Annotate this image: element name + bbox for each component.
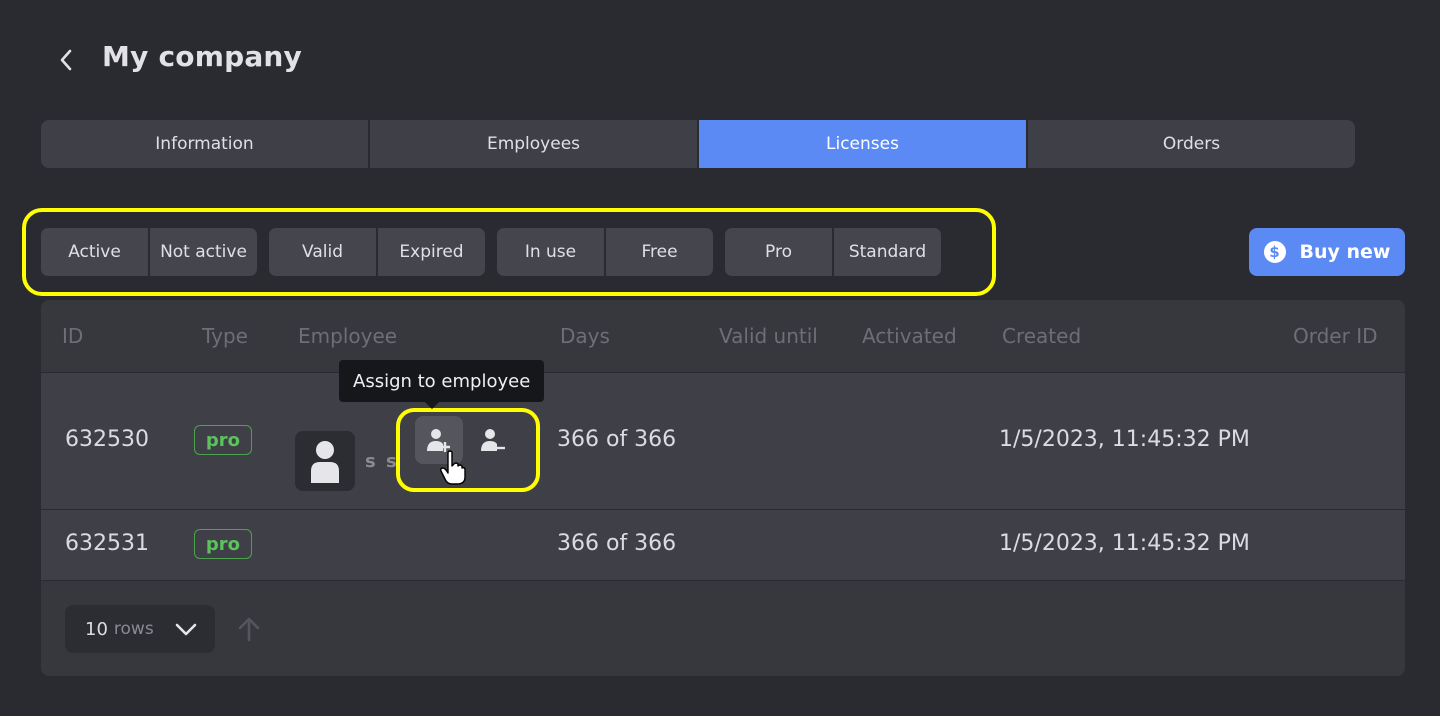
filter-group-validity: Valid Expired	[269, 228, 485, 276]
chevron-down-icon	[175, 623, 197, 636]
rows-per-page-select[interactable]: 10 rows	[65, 605, 215, 653]
table-row[interactable]: 632530 pro s s 366 of 366 1/5/2023, 11:4…	[41, 373, 1405, 510]
filter-group-usage: In use Free	[497, 228, 713, 276]
rows-per-page-value: 10	[85, 618, 108, 640]
column-header-days[interactable]: Days	[560, 324, 610, 348]
user-minus-icon	[481, 429, 505, 451]
table-header: ID Type Employee Days Valid until Activa…	[41, 300, 1405, 373]
column-header-id[interactable]: ID	[62, 324, 83, 348]
filter-in-use[interactable]: In use	[497, 228, 604, 276]
filter-pro[interactable]: Pro	[725, 228, 832, 276]
unassign-employee-button[interactable]	[469, 416, 517, 464]
license-id: 632531	[65, 531, 149, 556]
column-header-employee[interactable]: Employee	[298, 324, 397, 348]
created-value: 1/5/2023, 11:45:32 PM	[999, 427, 1250, 452]
filter-not-active[interactable]: Not active	[150, 228, 257, 276]
filter-valid[interactable]: Valid	[269, 228, 376, 276]
days-value: 366 of 366	[557, 427, 677, 452]
created-value: 1/5/2023, 11:45:32 PM	[999, 531, 1250, 556]
licenses-table: ID Type Employee Days Valid until Activa…	[41, 300, 1405, 676]
filter-expired[interactable]: Expired	[378, 228, 485, 276]
tab-employees[interactable]: Employees	[370, 120, 697, 168]
tab-information[interactable]: Information	[41, 120, 368, 168]
column-header-activated[interactable]: Activated	[862, 324, 957, 348]
hand-pointer-icon	[440, 450, 466, 485]
tab-orders[interactable]: Orders	[1028, 120, 1355, 168]
type-badge: pro	[194, 529, 252, 559]
tooltip: Assign to employee	[339, 360, 545, 409]
table-row[interactable]: 632531 pro 366 of 366 1/5/2023, 11:45:32…	[41, 510, 1405, 581]
filter-group-type: Pro Standard	[725, 228, 941, 276]
back-button[interactable]	[48, 42, 84, 78]
chevron-left-icon	[60, 49, 72, 71]
buy-new-label: Buy new	[1299, 241, 1391, 263]
tab-bar: Information Employees Licenses Orders	[41, 120, 1355, 168]
days-value: 366 of 366	[557, 531, 677, 556]
column-header-created[interactable]: Created	[1002, 324, 1081, 348]
filter-group-status: Active Not active	[41, 228, 257, 276]
avatar	[295, 431, 355, 491]
license-id: 632530	[65, 427, 149, 452]
filter-active[interactable]: Active	[41, 228, 148, 276]
buy-new-button[interactable]: $ Buy new	[1249, 228, 1405, 276]
dollar-coin-icon: $	[1263, 241, 1286, 263]
tab-licenses[interactable]: Licenses	[699, 120, 1026, 168]
column-header-valid-until[interactable]: Valid until	[719, 324, 818, 348]
column-header-type[interactable]: Type	[202, 324, 248, 348]
type-badge: pro	[194, 425, 252, 455]
arrow-up-icon[interactable]	[237, 616, 261, 642]
employee-name: s s	[365, 451, 399, 472]
filter-free[interactable]: Free	[606, 228, 713, 276]
filter-standard[interactable]: Standard	[834, 228, 941, 276]
page-title: My company	[102, 40, 302, 73]
user-icon	[311, 441, 339, 483]
rows-per-page-unit: rows	[113, 619, 154, 639]
column-header-order-id[interactable]: Order ID	[1293, 324, 1378, 348]
